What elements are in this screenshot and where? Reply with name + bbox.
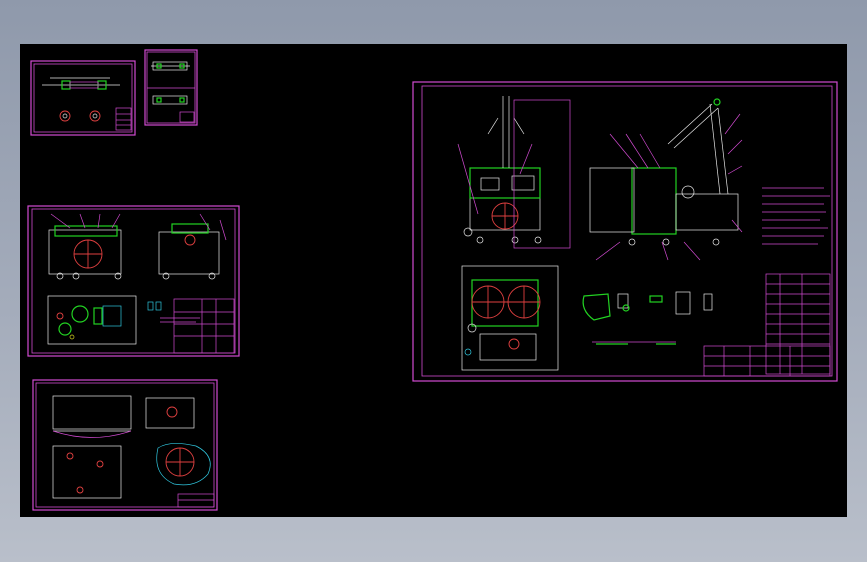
sheet-pump-assembly[interactable] [27, 205, 240, 357]
drawing-canvas[interactable] [20, 44, 847, 517]
sheet-shaft-drawing[interactable] [30, 60, 136, 136]
sheet-general-assembly[interactable] [412, 81, 838, 382]
sheet-small-part-drawing[interactable] [144, 49, 198, 126]
sheet-tank-drawing[interactable] [32, 379, 218, 511]
cad-drawing [27, 49, 838, 511]
title-block [703, 273, 831, 377]
technical-notes [762, 187, 830, 245]
